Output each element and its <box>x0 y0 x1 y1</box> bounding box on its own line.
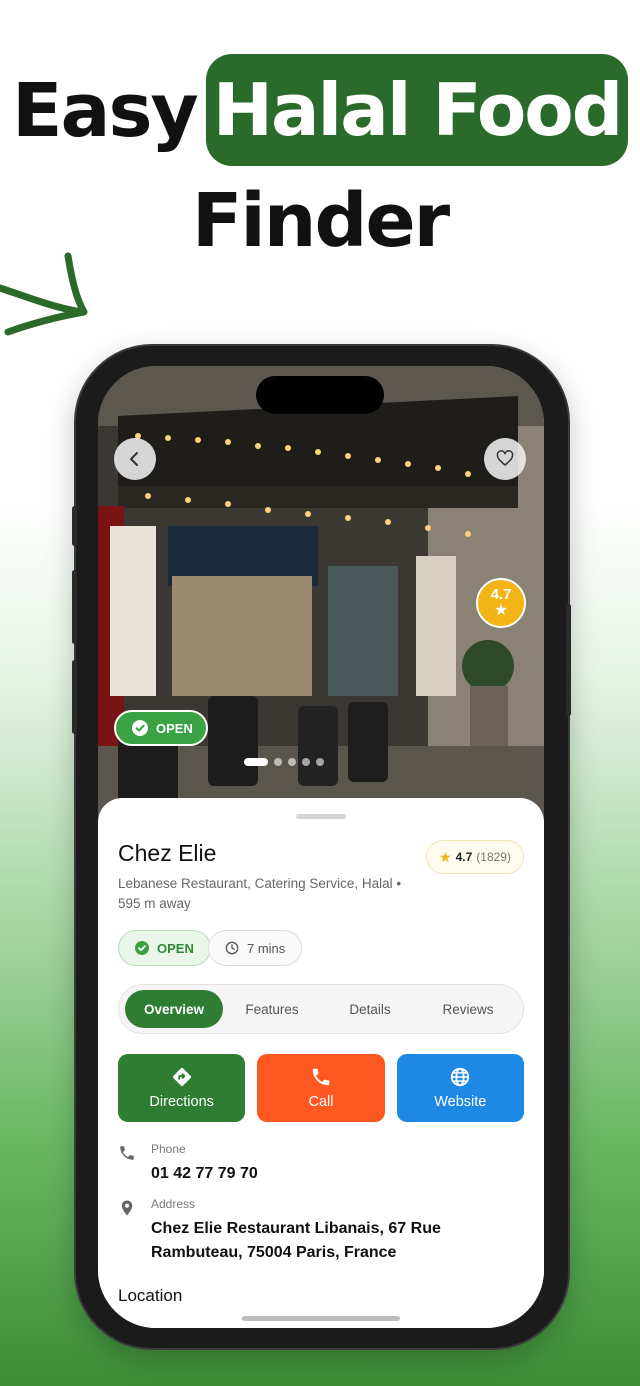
headline-highlight-pill: Halal Food <box>206 54 628 166</box>
decorative-arrow-icon <box>0 252 88 336</box>
star-icon: ★ <box>493 602 509 619</box>
directions-label: Directions <box>149 1094 214 1110</box>
action-buttons: Directions Call Website <box>118 1054 524 1122</box>
carousel-dot[interactable] <box>302 758 310 766</box>
travel-time-chip: 7 mins <box>208 930 303 966</box>
headline-word-easy: Easy <box>12 68 199 154</box>
phone-value[interactable]: 01 42 77 79 70 <box>151 1162 531 1186</box>
phone-info-row[interactable]: Phone 01 42 77 79 70 <box>118 1142 524 1186</box>
website-label: Website <box>434 1094 487 1110</box>
open-status-chip: OPEN <box>118 930 211 966</box>
clock-icon <box>225 941 239 955</box>
restaurant-photo[interactable]: 4.7 ★ OPEN <box>98 366 544 836</box>
phone-volume-down <box>72 660 77 734</box>
carousel-dot[interactable] <box>288 758 296 766</box>
favorite-button[interactable] <box>484 438 526 480</box>
website-button[interactable]: Website <box>396 1054 524 1122</box>
address-value[interactable]: Chez Elie Restaurant Libanais, 67 Rue Ra… <box>151 1217 531 1265</box>
phone-label: Phone <box>151 1142 186 1156</box>
restaurant-name: Chez Elie <box>118 840 217 866</box>
chevron-left-icon <box>130 452 138 466</box>
review-count: (1829) <box>476 850 511 864</box>
hero-rating-value: 4.7 <box>490 586 512 603</box>
section-tabs: Overview Features Details Reviews <box>118 984 524 1034</box>
tab-features[interactable]: Features <box>223 990 321 1028</box>
heart-icon <box>496 450 514 466</box>
headline-highlight-text: Halal Food <box>212 68 624 152</box>
directions-button[interactable]: Directions <box>118 1054 246 1122</box>
location-section-title: Location <box>118 1286 183 1305</box>
hero-open-label: OPEN <box>156 720 193 736</box>
tab-overview[interactable]: Overview <box>125 990 223 1028</box>
phone-power-button <box>566 604 571 716</box>
check-circle-icon <box>132 720 148 736</box>
hero-open-badge: OPEN <box>114 710 208 746</box>
call-button[interactable]: Call <box>257 1054 385 1122</box>
phone-volume-up <box>72 570 77 644</box>
rating-pill[interactable]: ★ 4.7 (1829) <box>426 840 524 874</box>
phone-icon <box>312 1068 330 1086</box>
tab-details[interactable]: Details <box>321 990 419 1028</box>
carousel-dot[interactable] <box>316 758 324 766</box>
travel-time-label: 7 mins <box>247 940 286 956</box>
dynamic-island <box>256 376 384 414</box>
back-button[interactable] <box>114 438 156 480</box>
hero-rating-badge: 4.7 ★ <box>476 578 526 628</box>
sheet-grabber[interactable] <box>296 814 346 819</box>
address-label: Address <box>151 1197 196 1211</box>
open-status-label: OPEN <box>157 940 194 956</box>
photo-carousel-dots[interactable] <box>244 758 324 766</box>
check-circle-icon <box>135 941 149 955</box>
carousel-dot[interactable] <box>244 758 268 766</box>
phone-mute-switch <box>72 506 77 546</box>
globe-icon <box>451 1067 470 1087</box>
address-info-row[interactable]: Address Chez Elie Restaurant Libanais, 6… <box>118 1197 524 1267</box>
promo-headline: Easy Halal Food Finder <box>0 0 640 270</box>
directions-icon <box>172 1068 191 1086</box>
phone-icon <box>120 1146 134 1160</box>
app-screen: 4.7 ★ OPEN Chez Elie ★ 4.7 (1829) Lebane… <box>98 366 544 1328</box>
location-pin-icon <box>121 1200 133 1216</box>
rating-value: 4.7 <box>455 850 473 864</box>
home-indicator[interactable] <box>242 1316 400 1321</box>
star-icon: ★ <box>439 848 452 865</box>
details-sheet: Chez Elie ★ 4.7 (1829) Lebanese Restaura… <box>98 798 544 1328</box>
restaurant-description: Lebanese Restaurant, Catering Service, H… <box>118 876 402 911</box>
tab-reviews[interactable]: Reviews <box>419 990 517 1028</box>
carousel-dot[interactable] <box>274 758 282 766</box>
call-label: Call <box>308 1094 334 1110</box>
